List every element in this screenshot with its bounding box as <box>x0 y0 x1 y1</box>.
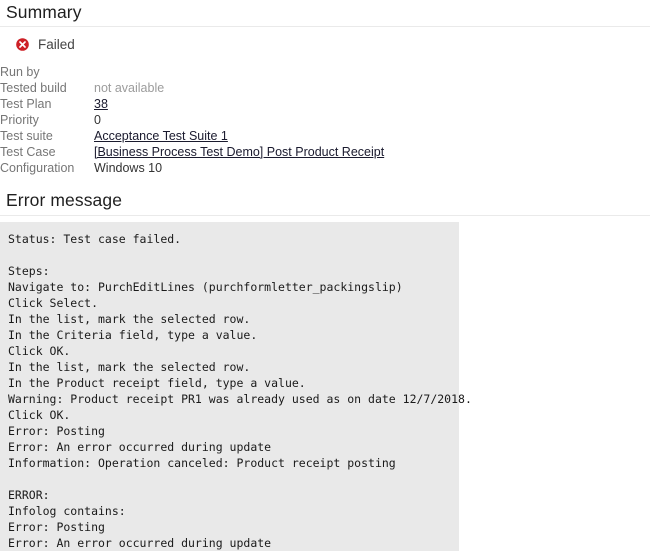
field-value-test-case: [Business Process Test Demo] Post Produc… <box>94 144 384 160</box>
field-value-priority: 0 <box>94 113 101 127</box>
test-run-summary-page: Summary Failed Run by Tested build not a… <box>0 0 650 551</box>
error-heading-divider <box>0 215 650 216</box>
error-section-header: Error message <box>0 176 650 216</box>
field-value-test-suite: Acceptance Test Suite 1 <box>94 128 384 144</box>
status-row: Failed <box>0 27 650 52</box>
table-row: Test suite Acceptance Test Suite 1 <box>0 128 384 144</box>
test-case-link[interactable]: [Business Process Test Demo] Post Produc… <box>94 145 384 159</box>
summary-section-header: Summary <box>0 0 650 27</box>
summary-field-table-body: Run by Tested build not available Test P… <box>0 64 384 176</box>
field-label-run-by: Run by <box>0 65 40 79</box>
field-label-test-plan: Test Plan <box>0 97 52 111</box>
summary-field-table: Run by Tested build not available Test P… <box>0 64 384 176</box>
error-circle-x-icon <box>16 38 29 51</box>
test-suite-link[interactable]: Acceptance Test Suite 1 <box>94 129 228 143</box>
field-value-run-by <box>94 64 384 80</box>
summary-heading: Summary <box>6 2 82 22</box>
field-value-configuration: Windows 10 <box>94 161 163 175</box>
field-label-test-case: Test Case <box>0 145 56 159</box>
field-label-priority: Priority <box>0 113 39 127</box>
table-row: Run by <box>0 64 384 80</box>
status-badge: Failed <box>38 36 75 52</box>
field-value-tested-build: not available <box>94 81 165 95</box>
field-label-test-suite: Test suite <box>0 129 53 143</box>
error-message-text: Status: Test case failed. Steps: Navigat… <box>8 232 472 550</box>
field-value-test-plan: 38 <box>94 96 384 112</box>
error-message-heading: Error message <box>6 190 123 210</box>
table-row: Configuration Windows 10 <box>0 160 384 176</box>
field-label-tested-build: Tested build <box>0 81 67 95</box>
field-label-configuration: Configuration <box>0 161 75 175</box>
error-message-block: Status: Test case failed. Steps: Navigat… <box>0 222 472 551</box>
table-row: Test Case [Business Process Test Demo] P… <box>0 144 384 160</box>
table-row: Priority 0 <box>0 112 384 128</box>
table-row: Test Plan 38 <box>0 96 384 112</box>
table-row: Tested build not available <box>0 80 384 96</box>
test-plan-link[interactable]: 38 <box>94 97 108 111</box>
